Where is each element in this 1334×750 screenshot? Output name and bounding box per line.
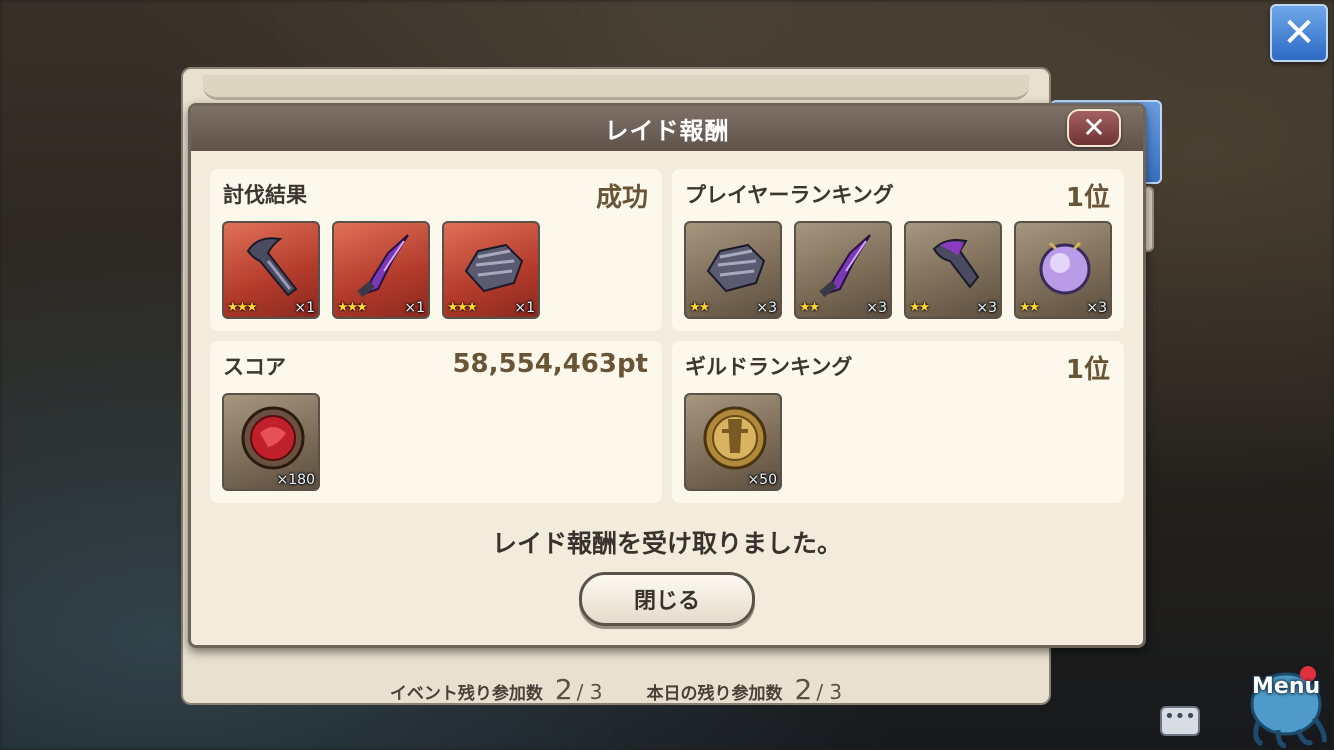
close-icon: ✕ — [1282, 10, 1316, 56]
rarity-stars: ★★★ — [447, 300, 478, 315]
daily-remaining-value: 2 — [794, 672, 813, 706]
item-quantity: ×3 — [976, 300, 997, 316]
daily-total-value: / 3 — [816, 679, 843, 704]
item-quantity: ×50 — [747, 472, 777, 488]
reward-item[interactable]: ★★★ ×1 — [222, 221, 320, 319]
crystal-blade-icon — [357, 234, 409, 298]
item-quantity: ×1 — [294, 300, 315, 316]
close-button[interactable]: 閉じる — [579, 572, 755, 626]
rarity-stars: ★★★ — [227, 300, 258, 315]
guild-ranking-value: 1位 — [1065, 355, 1110, 385]
orb-icon — [1039, 241, 1091, 295]
close-icon: ✕ — [1082, 111, 1106, 144]
menu-label: Menu — [1252, 674, 1321, 699]
rarity-stars: ★★ — [689, 300, 710, 315]
dialog-title: レイド報酬 — [604, 117, 730, 145]
event-total-value: / 3 — [576, 679, 603, 704]
reward-item[interactable]: ★★ ×3 — [1014, 221, 1112, 319]
item-quantity: ×3 — [866, 300, 887, 316]
reward-item[interactable]: ★★ ×3 — [904, 221, 1002, 319]
back-panel-strip — [203, 75, 1029, 100]
gauntlet-icon — [464, 243, 524, 293]
rarity-stars: ★★ — [1019, 300, 1040, 315]
rarity-stars: ★★★ — [337, 300, 368, 315]
player-ranking-section: プレイヤーランキング 1位 ★★ ×3 ★★ ×3 ★★ ×3 ★★ ×3 — [672, 169, 1124, 331]
claw-weapon-icon — [246, 237, 298, 297]
item-quantity: ×1 — [514, 300, 535, 316]
score-value: 58,554,463pt — [452, 349, 648, 379]
crystal-blade-icon — [819, 234, 871, 298]
item-quantity: ×3 — [756, 300, 777, 316]
guild-ranking-title: ギルドランキング — [685, 355, 853, 379]
raid-reward-dialog: レイド報酬 ✕ 討伐結果 成功 ★★★ ×1 ★★★ ×1 ★★★ ×1 プレイ… — [188, 103, 1146, 648]
dialog-header: レイド報酬 — [191, 106, 1143, 151]
rarity-stars: ★★ — [909, 300, 930, 315]
chat-button[interactable]: ••• — [1160, 706, 1200, 736]
reward-item[interactable]: ★★ ×3 — [794, 221, 892, 319]
item-quantity: ×180 — [276, 472, 315, 488]
gold-medal-icon — [703, 406, 767, 470]
dialog-close-button[interactable]: ✕ — [1067, 109, 1121, 147]
event-remaining-value: 2 — [554, 672, 573, 706]
score-title: スコア — [223, 355, 286, 379]
item-quantity: ×3 — [1086, 300, 1107, 316]
player-ranking-title: プレイヤーランキング — [685, 183, 894, 207]
reward-item[interactable]: ★★ ×3 — [684, 221, 782, 319]
participation-counts: イベント残り参加数 2/ 3 本日の残り参加数 2/ 3 — [181, 672, 1051, 706]
daily-participation: 本日の残り参加数 2/ 3 — [647, 673, 843, 706]
event-participation: イベント残り参加数 2/ 3 — [390, 673, 603, 706]
daily-remaining-label: 本日の残り参加数 — [646, 683, 783, 704]
result-section: 討伐結果 成功 ★★★ ×1 ★★★ ×1 ★★★ ×1 — [210, 169, 662, 331]
chat-bubble-icon: ••• — [1164, 706, 1196, 727]
result-title: 討伐結果 — [223, 183, 307, 207]
player-ranking-value: 1位 — [1065, 183, 1110, 213]
event-remaining-label: イベント残り参加数 — [389, 683, 543, 704]
item-quantity: ×1 — [404, 300, 425, 316]
result-value: 成功 — [595, 183, 648, 213]
reward-received-message: レイド報酬を受け取りました。 — [491, 529, 842, 558]
reward-item[interactable]: ×50 — [684, 393, 782, 491]
gauntlet-icon — [706, 243, 766, 293]
score-section: スコア 58,554,463pt ×180 — [210, 341, 662, 503]
red-medal-icon — [241, 406, 305, 470]
claw-weapon-icon — [932, 239, 980, 289]
reward-item[interactable]: ★★★ ×1 — [442, 221, 540, 319]
screen-close-button[interactable]: ✕ — [1270, 4, 1328, 62]
reward-item[interactable]: ★★★ ×1 — [332, 221, 430, 319]
reward-item[interactable]: ×180 — [222, 393, 320, 491]
guild-ranking-section: ギルドランキング 1位 ×50 — [672, 341, 1124, 503]
menu-mascot-icon[interactable] — [1238, 652, 1330, 748]
rarity-stars: ★★ — [799, 300, 820, 315]
